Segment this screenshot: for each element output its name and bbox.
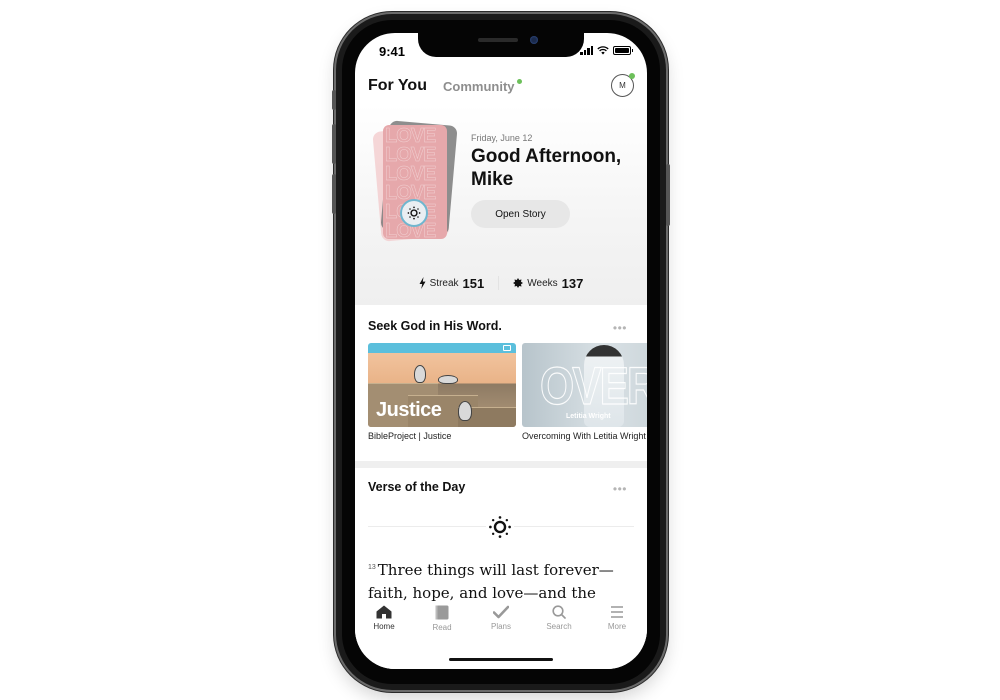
notch [418,33,584,57]
tab-for-you[interactable]: For You [368,77,427,95]
lightning-icon [419,277,426,289]
streak-value: 151 [462,275,485,291]
greeting-title: Good Afternoon, Mike [471,146,622,190]
tab-plans[interactable]: Plans [472,605,530,631]
status-icons [580,46,633,55]
section-title: Seek God in His Word. [368,319,502,333]
greeting-hero: LOVE LOVE LOVE LOVE LOVE LOVE Friday, Ju… [355,105,647,305]
more-options-icon[interactable]: ••• [613,321,627,335]
tab-label: Plans [490,622,511,631]
weeks-label: Weeks [527,277,558,289]
tab-label: More [607,622,627,631]
section-divider [355,461,647,468]
streak-stat[interactable]: Streak 151 [419,275,485,291]
book-icon [435,605,449,620]
tab-label: Home [373,622,395,631]
top-nav: For You Community M [355,73,647,103]
thumbnail-subtitle: Letitia Wright [566,413,611,420]
community-notification-dot [517,79,522,84]
section-title: Verse of the Day [368,480,466,494]
status-time: 9:41 [379,44,406,59]
badge-icon [513,278,524,288]
justice-thumbnail: Justice [368,343,516,427]
seek-section-header: Seek God in His Word. ••• [368,319,634,339]
weeks-value: 137 [561,275,584,291]
silent-switch [332,90,336,110]
overcoming-thumbnail: OVERCOMING Letitia Wright [522,343,647,427]
figure-illustration [458,401,472,421]
carousel-card[interactable]: OVERCOMING Letitia Wright Overcoming Wit… [522,343,647,441]
speaker [478,38,518,42]
sun-icon [486,514,514,540]
avatar-notification-dot [629,73,635,79]
story-card[interactable]: LOVE LOVE LOVE LOVE LOVE LOVE [372,119,458,242]
stats-divider [498,276,500,290]
story-card-front: LOVE LOVE LOVE LOVE LOVE LOVE [383,125,447,239]
search-icon [552,605,566,619]
thumbnail-title: OVERCOMING [540,356,647,416]
content-carousel[interactable]: Justice BibleProject | Justice OVERCOMIN… [368,343,647,443]
volume-down-button [332,174,336,214]
front-camera [530,36,538,44]
verse-of-the-day-section: Verse of the Day ••• 13 Three things will… [355,468,647,608]
tab-label: Search [546,622,572,631]
weeks-stat[interactable]: Weeks 137 [513,276,583,291]
carousel-card[interactable]: Justice BibleProject | Justice [368,343,516,441]
thumbnail-title: Justice [376,399,442,421]
bottom-tab-bar: Home Read Plans Search More [355,601,647,669]
more-options-icon[interactable]: ••• [613,482,627,496]
stats-row: Streak 151 Weeks 137 [355,273,647,293]
captions-icon [503,345,511,351]
volume-up-button [332,124,336,164]
verse-number: 13 [368,564,376,571]
tab-community[interactable]: Community [443,79,515,94]
sun-icon [400,199,428,227]
seek-god-section: Seek God in His Word. ••• Justice BibleP… [355,305,647,465]
greeting-date: Friday, June 12 [471,133,533,143]
profile-avatar[interactable]: M [611,73,635,97]
tab-home[interactable]: Home [355,605,413,631]
figure-illustration [438,375,458,384]
battery-icon [613,46,633,55]
tab-more[interactable]: More [588,605,646,631]
home-indicator[interactable] [449,658,553,661]
streak-label: Streak [429,277,459,289]
tab-read[interactable]: Read [413,605,471,632]
app-screen: 9:41 For You Community M LOVE LOVE LOVE … [355,33,647,669]
figure-illustration [414,365,426,383]
card-caption: BibleProject | Justice [368,431,452,441]
menu-icon [611,606,623,618]
verse-text[interactable]: 13 Three things will last forever—faith, … [368,556,627,605]
card-caption: Overcoming With Letitia Wright [522,431,646,441]
verse-body: Three things will last forever—faith, ho… [368,561,614,602]
avatar-initial: M [619,81,626,90]
home-icon [376,605,392,619]
checkmark-icon [493,605,509,619]
tab-search[interactable]: Search [530,605,588,631]
tab-label: Read [432,623,452,632]
open-story-button[interactable]: Open Story [471,200,570,228]
wifi-icon [597,46,609,55]
vod-section-header: Verse of the Day ••• [368,480,634,500]
power-button [666,164,670,226]
